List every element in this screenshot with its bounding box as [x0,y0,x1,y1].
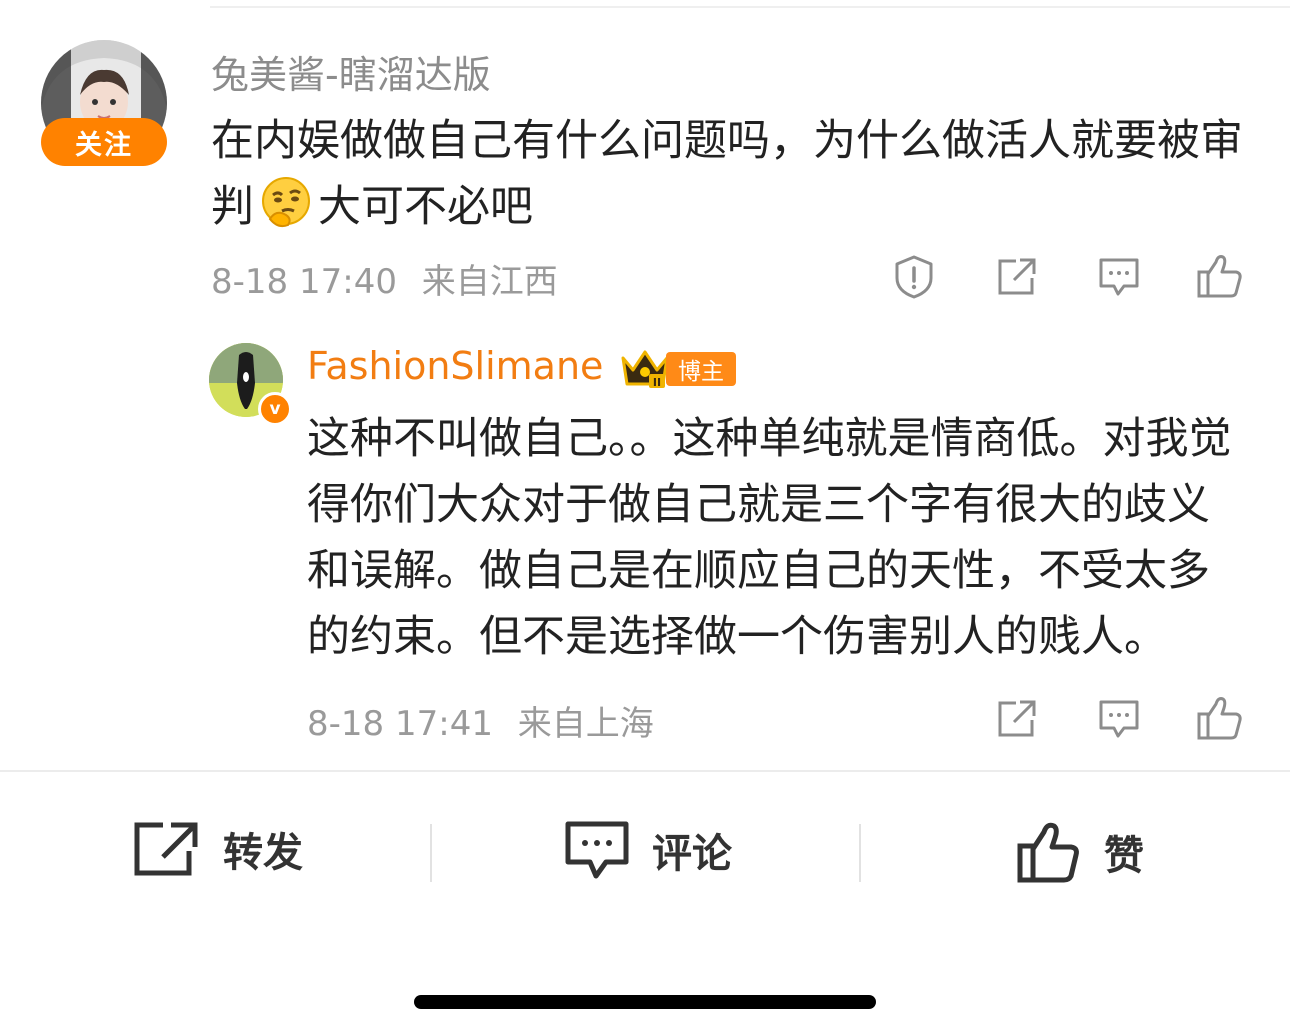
blogger-tag: 博主 [666,352,736,386]
comment-username[interactable]: 兔美酱-瞎溜达版 [211,44,491,99]
bottom-action-bar: 转发 评论 赞 [0,772,1290,932]
like-icon [1017,822,1079,883]
verified-badge: v [258,392,292,426]
repost-icon [134,822,198,876]
comment-meta: 8-18 17:40 来自江西 [211,254,558,303]
share-icon[interactable] [996,698,1040,744]
svg-text:II: II [653,376,661,389]
comment-icon [565,821,629,879]
thinking-emoji [258,175,314,231]
report-icon[interactable] [892,254,936,304]
reply-username[interactable]: FashionSlimane [307,344,603,388]
comment-icon[interactable] [1097,698,1141,746]
comment-button[interactable]: 评论 [564,820,732,880]
comment-timestamp: 8-18 17:40 [211,262,397,302]
share-icon[interactable] [996,256,1040,302]
comment-text: 在内娱做做自己有什么问题吗，为什么做活人就要被审判 大可不必吧 [211,108,1261,240]
like-button[interactable]: 赞 [1016,820,1144,884]
like-icon[interactable] [1196,694,1244,746]
repost-label: 转发 [223,830,303,876]
reply-timestamp: 8-18 17:41 [307,704,493,744]
comment-label: 评论 [652,831,732,877]
reply-text: 这种不叫做自己。。这种单纯就是情商低。对我觉得你们大众对于做自己就是三个字有很大… [307,414,1232,662]
divider-top [210,6,1290,8]
reply-location: 来自上海 [517,704,654,744]
comment-icon[interactable] [1097,256,1141,304]
like-icon[interactable] [1196,252,1244,304]
divider [859,824,861,882]
home-indicator[interactable] [414,995,876,1009]
like-label: 赞 [1104,833,1144,879]
divider [430,824,432,882]
repost-button[interactable]: 转发 [133,820,303,878]
comment-text-part2: 大可不必吧 [318,182,533,232]
comment-location: 来自江西 [421,262,558,302]
reply-meta: 8-18 17:41 来自上海 [307,696,654,745]
follow-button[interactable]: 关注 [41,118,167,166]
crown-icon: II [619,346,671,394]
